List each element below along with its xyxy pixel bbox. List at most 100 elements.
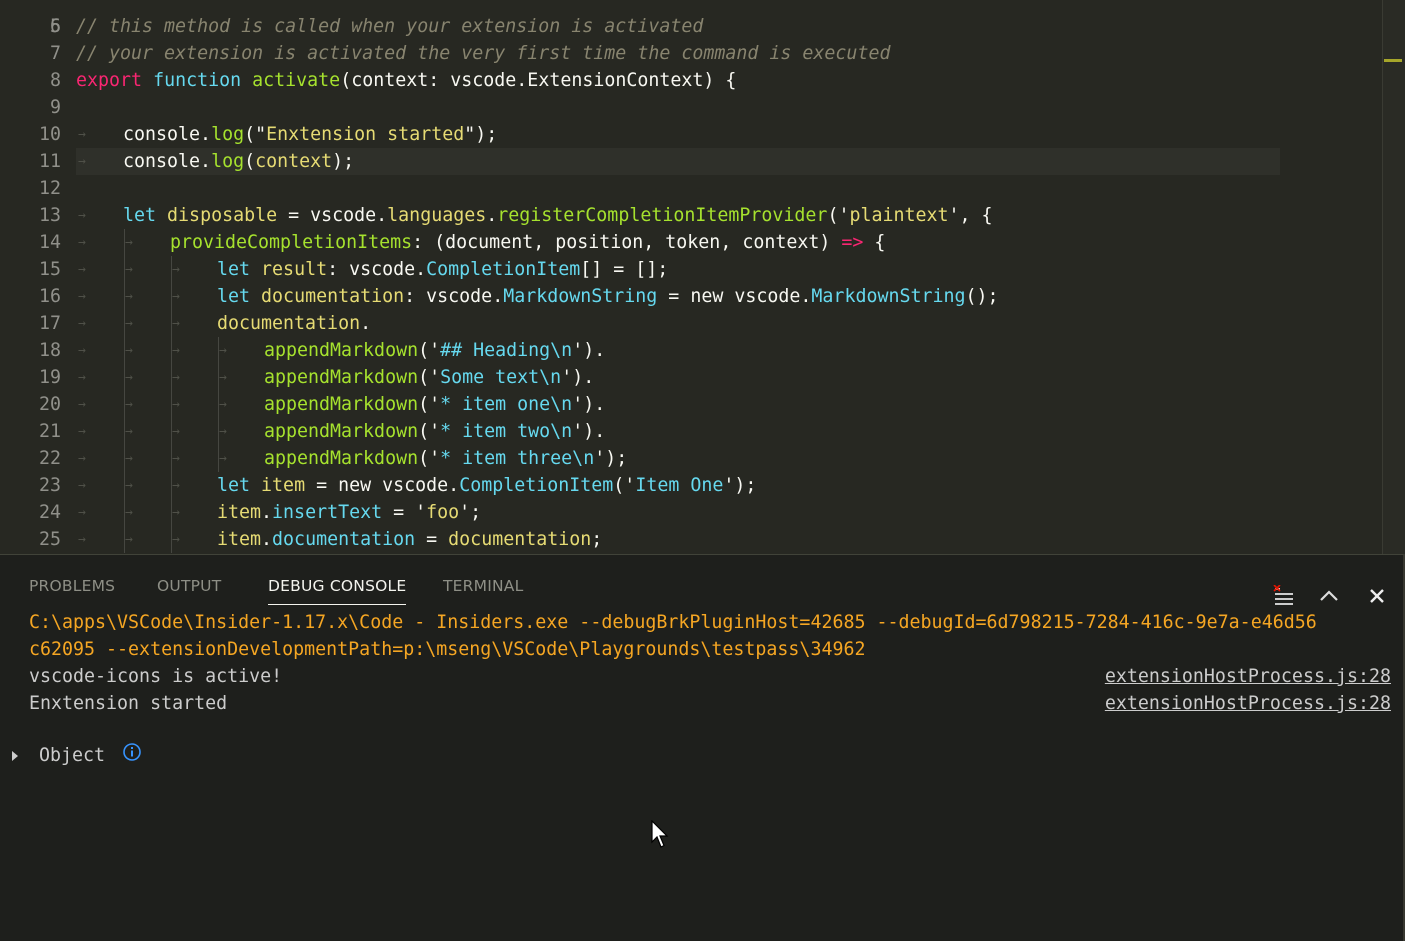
code-line[interactable]: 14 → → provideCompletionItems: (document, p… xyxy=(0,229,1380,256)
code-line[interactable]: 8 export function activate(context: vscod… xyxy=(0,67,1380,94)
line-number: 19 xyxy=(38,367,61,388)
line-number: 15 xyxy=(38,259,61,280)
code-line[interactable]: 10 → console.log("Enxtension started"); xyxy=(0,121,1380,148)
console-source-link[interactable]: extensionHostProcess.js:28 xyxy=(1105,663,1391,690)
whitespace-tab-icon: → xyxy=(78,262,86,277)
code-text[interactable]: console.log("Enxtension started"); xyxy=(123,121,497,148)
code-line[interactable]: 21 → → → → appendMarkdown('* item two\n'). xyxy=(0,418,1380,445)
code-line[interactable]: 6 // this method is called when your exte… xyxy=(0,13,1380,40)
whitespace-tab-icon: → xyxy=(78,532,86,547)
line-number: 17 xyxy=(38,313,61,334)
bottom-panel: PROBLEMS OUTPUT DEBUG CONSOLE TERMINAL C… xyxy=(0,554,1405,941)
whitespace-tab-icon: → xyxy=(125,262,133,277)
whitespace-tab-icon: → xyxy=(172,262,180,277)
code-editor[interactable]: 5 6 // this method is called when your ex… xyxy=(0,0,1405,554)
tab-terminal[interactable]: TERMINAL xyxy=(443,577,523,595)
whitespace-tab-icon: → xyxy=(219,370,227,385)
code-line[interactable]: 9 xyxy=(0,94,1380,121)
code-text[interactable]: console.log(context); xyxy=(123,148,354,175)
code-text[interactable]: provideCompletionItems: (document, posit… xyxy=(170,229,885,256)
chevron-right-icon[interactable] xyxy=(10,743,24,770)
whitespace-tab-icon: → xyxy=(78,127,86,142)
code-text[interactable]: item.documentation = documentation; xyxy=(217,526,602,553)
code-line[interactable]: 17 → → → documentation. xyxy=(0,310,1380,337)
whitespace-tab-icon: → xyxy=(78,208,86,223)
code-text[interactable]: let result: vscode.CompletionItem[] = []… xyxy=(217,256,668,283)
mouse-cursor-icon xyxy=(651,819,671,854)
code-line[interactable]: 22 → → → → appendMarkdown('* item three\n'); xyxy=(0,445,1380,472)
whitespace-tab-icon: → xyxy=(125,289,133,304)
code-line[interactable]: 23 → → → let item = new vscode.CompletionIte… xyxy=(0,472,1380,499)
code-line[interactable]: 25 → → → item.documentation = documentation; xyxy=(0,526,1380,553)
code-line[interactable]: 11 → console.log(context); xyxy=(0,148,1380,175)
console-source-link[interactable]: extensionHostProcess.js:28 xyxy=(1105,690,1391,717)
code-text[interactable]: appendMarkdown('## Heading\n'). xyxy=(264,337,605,364)
code-text[interactable]: appendMarkdown('* item three\n'); xyxy=(264,445,627,472)
line-number: 16 xyxy=(38,286,61,307)
code-line[interactable]: 7 // your extension is activated the very… xyxy=(0,40,1380,67)
code-line[interactable]: 13 → let disposable = vscode.languages.reg… xyxy=(0,202,1380,229)
whitespace-tab-icon: → xyxy=(172,343,180,358)
console-object-node[interactable]: Object xyxy=(10,742,142,769)
whitespace-tab-icon: → xyxy=(78,370,86,385)
line-number: 9 xyxy=(49,97,61,118)
console-log-text: Enxtension started xyxy=(29,693,228,714)
whitespace-tab-icon: → xyxy=(172,478,180,493)
tab-debug-console[interactable]: DEBUG CONSOLE xyxy=(268,577,407,605)
maximize-panel-icon[interactable] xyxy=(1318,585,1340,607)
console-command-line: C:\apps\VSCode\Insider-1.17.x\Code - Ins… xyxy=(29,612,1317,633)
code-text[interactable]: appendMarkdown('* item two\n'). xyxy=(264,418,605,445)
code-text[interactable]: // your extension is activated the very … xyxy=(76,40,890,67)
whitespace-tab-icon: → xyxy=(78,478,86,493)
line-number: 18 xyxy=(38,340,61,361)
whitespace-tab-icon: → xyxy=(172,289,180,304)
whitespace-tab-icon: → xyxy=(172,505,180,520)
code-line[interactable]: 24 → → → item.insertText = 'foo'; xyxy=(0,499,1380,526)
console-command-line: c62095 --extensionDevelopmentPath=p:\mse… xyxy=(29,639,866,660)
code-line[interactable]: 18 → → → → appendMarkdown('## Heading\n'). xyxy=(0,337,1380,364)
whitespace-tab-icon: → xyxy=(125,397,133,412)
clear-console-icon[interactable] xyxy=(1272,584,1294,607)
whitespace-tab-icon: → xyxy=(78,397,86,412)
tab-output[interactable]: OUTPUT xyxy=(157,577,221,595)
line-number: 8 xyxy=(49,70,61,91)
code-line[interactable]: 12 xyxy=(0,175,1380,202)
panel-tabs: PROBLEMS OUTPUT DEBUG CONSOLE TERMINAL xyxy=(0,569,1403,605)
line-number: 12 xyxy=(38,178,61,199)
line-number: 22 xyxy=(38,448,61,469)
code-line[interactable]: 19 → → → → appendMarkdown('Some text\n'). xyxy=(0,364,1380,391)
whitespace-tab-icon: → xyxy=(125,451,133,466)
whitespace-tab-icon: → xyxy=(78,235,86,250)
whitespace-tab-icon: → xyxy=(125,343,133,358)
tab-problems[interactable]: PROBLEMS xyxy=(29,577,115,595)
line-number: 7 xyxy=(49,43,61,64)
editor-scrollbar[interactable] xyxy=(1382,0,1405,554)
code-line[interactable]: 20 → → → → appendMarkdown('* item one\n'). xyxy=(0,391,1380,418)
code-text[interactable]: documentation. xyxy=(217,310,371,337)
info-icon[interactable] xyxy=(122,742,142,770)
code-text[interactable]: appendMarkdown('* item one\n'). xyxy=(264,391,605,418)
code-line[interactable]: 16 → → → let documentation: vscode.MarkdownS… xyxy=(0,283,1380,310)
whitespace-tab-icon: → xyxy=(172,397,180,412)
console-log-text: vscode-icons is active! xyxy=(29,666,283,687)
whitespace-tab-icon: → xyxy=(125,316,133,331)
line-number: 6 xyxy=(49,16,61,37)
line-number: 10 xyxy=(38,124,61,145)
whitespace-tab-icon: → xyxy=(125,235,133,250)
line-number: 20 xyxy=(38,394,61,415)
code-text[interactable]: export function activate(context: vscode… xyxy=(76,67,736,94)
whitespace-tab-icon: → xyxy=(78,343,86,358)
code-text[interactable]: let item = new vscode.CompletionItem('It… xyxy=(217,472,756,499)
code-text[interactable]: appendMarkdown('Some text\n'). xyxy=(264,364,594,391)
close-panel-icon[interactable] xyxy=(1366,585,1388,607)
whitespace-tab-icon: → xyxy=(219,424,227,439)
code-text[interactable]: let disposable = vscode.languages.regist… xyxy=(123,202,993,229)
whitespace-tab-icon: → xyxy=(219,397,227,412)
overview-ruler-marker xyxy=(1384,59,1402,62)
line-number: 23 xyxy=(38,475,61,496)
code-text[interactable]: let documentation: vscode.MarkdownString… xyxy=(217,283,999,310)
code-text[interactable]: // this method is called when your exten… xyxy=(76,13,703,40)
whitespace-tab-icon: → xyxy=(172,370,180,385)
code-text[interactable]: item.insertText = 'foo'; xyxy=(217,499,481,526)
code-line[interactable]: 15 → → → let result: vscode.CompletionItem[]… xyxy=(0,256,1380,283)
